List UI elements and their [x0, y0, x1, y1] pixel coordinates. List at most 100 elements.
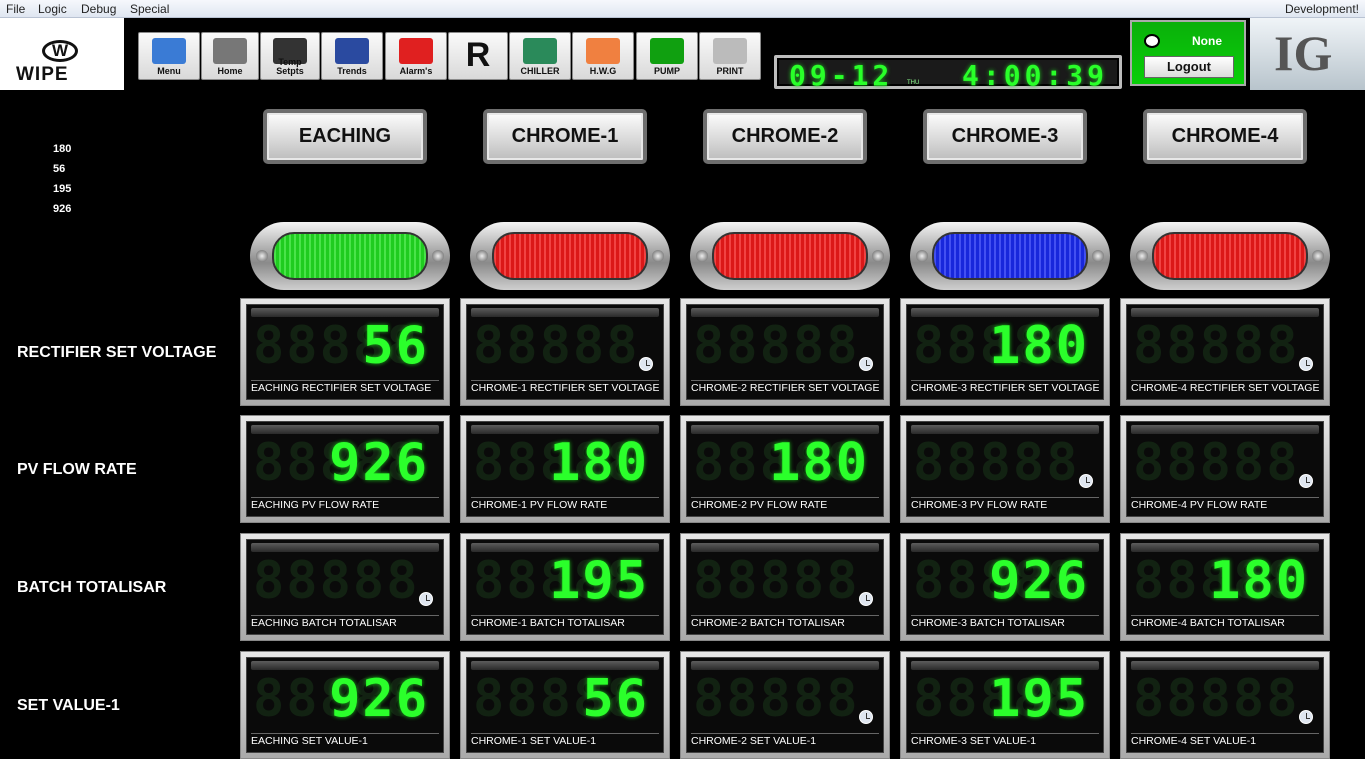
- menu-special[interactable]: Special: [130, 2, 169, 16]
- meter-value: 180: [549, 433, 649, 493]
- flame-icon: [586, 38, 620, 64]
- meter-screen: 88888 180 CHROME-2 PV FLOW RATE: [686, 421, 884, 517]
- menu-file[interactable]: File: [6, 2, 25, 16]
- clock-icon: [859, 592, 873, 606]
- meter-screen: 88888 926 EACHING PV FLOW RATE: [246, 421, 444, 517]
- header: W WIPE Menu Home Temp Setpts Trends Alarm's R…: [0, 18, 1365, 92]
- meter-screen: 88888 EACHING BATCH TOTALISAR: [246, 539, 444, 635]
- tank-button-2[interactable]: CHROME-2: [703, 109, 867, 164]
- clock-icon: [859, 710, 873, 724]
- toolbar-button-4[interactable]: Alarm's: [385, 32, 447, 80]
- meter-unlit-segments: 88888: [693, 316, 860, 376]
- toolbar-button-5[interactable]: R: [448, 32, 508, 80]
- meter-caption: EACHING PV FLOW RATE: [251, 497, 439, 513]
- toolbar-button-3[interactable]: Trends: [321, 32, 383, 80]
- toolbar-button-0[interactable]: Menu: [138, 32, 200, 80]
- trend-chart-icon: [335, 38, 369, 64]
- toolbar-button-2[interactable]: Temp Setpts: [260, 32, 320, 80]
- bolt-icon: [652, 250, 664, 262]
- meter-tile[interactable]: 88888 CHROME-4 SET VALUE-1: [1120, 651, 1330, 759]
- meter-caption: CHROME-2 PV FLOW RATE: [691, 497, 879, 513]
- toolbar-button-1[interactable]: Home: [201, 32, 259, 80]
- meter-tile[interactable]: 88888 180 CHROME-4 BATCH TOTALISAR: [1120, 533, 1330, 641]
- meter-caption: CHROME-4 BATCH TOTALISAR: [1131, 615, 1319, 631]
- meter-caption: EACHING SET VALUE-1: [251, 733, 439, 749]
- meter-tile[interactable]: 88888 926 CHROME-3 BATCH TOTALISAR: [900, 533, 1110, 641]
- meter-caption: CHROME-1 PV FLOW RATE: [471, 497, 659, 513]
- meter-tile[interactable]: 88888 180 CHROME-3 RECTIFIER SET VOLTAGE: [900, 298, 1110, 406]
- meter-caption: CHROME-3 PV FLOW RATE: [911, 497, 1099, 513]
- meter-screen: 88888 CHROME-2 SET VALUE-1: [686, 657, 884, 753]
- meter-tile[interactable]: 88888 CHROME-2 SET VALUE-1: [680, 651, 890, 759]
- meter-tile[interactable]: 88888 926 EACHING SET VALUE-1: [240, 651, 450, 759]
- meter-tile[interactable]: 88888 CHROME-4 RECTIFIER SET VOLTAGE: [1120, 298, 1330, 406]
- status-lamp-light: [932, 232, 1088, 280]
- toolbar-button-6[interactable]: CHILLER: [509, 32, 571, 80]
- toolbar-button-9[interactable]: PRINT: [699, 32, 761, 80]
- meter-caption: CHROME-4 RECTIFIER SET VOLTAGE: [1131, 380, 1319, 394]
- meter-tile[interactable]: 88888 CHROME-1 RECTIFIER SET VOLTAGE: [460, 298, 670, 406]
- meter-tile[interactable]: 88888 CHROME-3 PV FLOW RATE: [900, 415, 1110, 523]
- meter-tile[interactable]: 88888 56 EACHING RECTIFIER SET VOLTAGE: [240, 298, 450, 406]
- menu-debug[interactable]: Debug: [81, 2, 116, 16]
- clock-day: THU: [907, 80, 920, 86]
- company-logo-icon: IG: [1274, 25, 1333, 81]
- user-name: None: [1192, 34, 1222, 48]
- date-time-display: 09-12 THU 4:00:39: [774, 55, 1122, 92]
- meter-caption: EACHING RECTIFIER SET VOLTAGE: [251, 380, 439, 396]
- bolt-icon: [1312, 250, 1324, 262]
- toolbar-button-label: Home: [217, 66, 243, 76]
- meter-tile[interactable]: 88888 EACHING BATCH TOTALISAR: [240, 533, 450, 641]
- toolbar-button-label: Temp Setpts: [276, 57, 304, 76]
- user-panel: None Logout: [1130, 20, 1246, 86]
- meter-screen: 88888 56 CHROME-1 SET VALUE-1: [466, 657, 664, 753]
- meter-screen: 88888 56 EACHING RECTIFIER SET VOLTAGE: [246, 304, 444, 400]
- bolt-icon: [1136, 250, 1148, 262]
- clock-icon: [419, 592, 433, 606]
- menu-bar: File Logic Debug Special Development!: [0, 0, 1365, 18]
- meter-unlit-segments: 88888: [1133, 669, 1300, 729]
- meter-tile[interactable]: 88888 195 CHROME-3 SET VALUE-1: [900, 651, 1110, 759]
- row-label: SET VALUE-1: [17, 697, 120, 714]
- meter-caption: CHROME-4 PV FLOW RATE: [1131, 497, 1319, 513]
- meter-caption: CHROME-3 BATCH TOTALISAR: [911, 615, 1099, 631]
- meter-screen: 88888 195 CHROME-3 SET VALUE-1: [906, 657, 1104, 753]
- meter-tile[interactable]: 88888 CHROME-2 RECTIFIER SET VOLTAGE: [680, 298, 890, 406]
- clock-date: 09-12: [789, 59, 894, 92]
- toolbar-button-7[interactable]: H.W.G: [572, 32, 634, 80]
- tank-button-1[interactable]: CHROME-1: [483, 109, 647, 164]
- clock-icon: [1299, 710, 1313, 724]
- menu-logic[interactable]: Logic: [38, 2, 67, 16]
- meter-unlit-segments: 88888: [1133, 433, 1300, 493]
- meter-unlit-segments: 88888: [693, 669, 860, 729]
- meter-tile[interactable]: 88888 180 CHROME-2 PV FLOW RATE: [680, 415, 890, 523]
- meter-tile[interactable]: 88888 195 CHROME-1 BATCH TOTALISAR: [460, 533, 670, 641]
- bolt-icon: [256, 250, 268, 262]
- logout-button[interactable]: Logout: [1144, 56, 1234, 78]
- meter-screen: 88888 180 CHROME-4 BATCH TOTALISAR: [1126, 539, 1324, 635]
- meter-tile[interactable]: 88888 56 CHROME-1 SET VALUE-1: [460, 651, 670, 759]
- bolt-icon: [872, 250, 884, 262]
- tank-button-0[interactable]: EACHING: [263, 109, 427, 164]
- wipe-logo: W WIPE: [0, 18, 124, 90]
- meter-screen: 88888 195 CHROME-1 BATCH TOTALISAR: [466, 539, 664, 635]
- status-lamp: [470, 222, 670, 290]
- meter-screen: 88888 CHROME-2 RECTIFIER SET VOLTAGE: [686, 304, 884, 400]
- meter-value: 180: [769, 433, 869, 493]
- logo-mark: W: [42, 40, 78, 62]
- meter-caption: CHROME-1 BATCH TOTALISAR: [471, 615, 659, 631]
- meter-tile[interactable]: 88888 CHROME-4 PV FLOW RATE: [1120, 415, 1330, 523]
- tank-button-4[interactable]: CHROME-4: [1143, 109, 1307, 164]
- clock-icon: [1079, 474, 1093, 488]
- info-value: 926: [53, 203, 72, 215]
- toolbar-button-8[interactable]: PUMP: [636, 32, 698, 80]
- meter-caption: CHROME-3 RECTIFIER SET VOLTAGE: [911, 380, 1099, 394]
- meter-tile[interactable]: 88888 CHROME-2 BATCH TOTALISAR: [680, 533, 890, 641]
- bolt-icon: [1092, 250, 1104, 262]
- meter-tile[interactable]: 88888 180 CHROME-1 PV FLOW RATE: [460, 415, 670, 523]
- meter-caption: EACHING BATCH TOTALISAR: [251, 615, 439, 631]
- logo-text: WIPE: [16, 64, 69, 85]
- meter-tile[interactable]: 88888 926 EACHING PV FLOW RATE: [240, 415, 450, 523]
- tank-button-3[interactable]: CHROME-3: [923, 109, 1087, 164]
- meter-caption: CHROME-1 RECTIFIER SET VOLTAGE: [471, 380, 659, 394]
